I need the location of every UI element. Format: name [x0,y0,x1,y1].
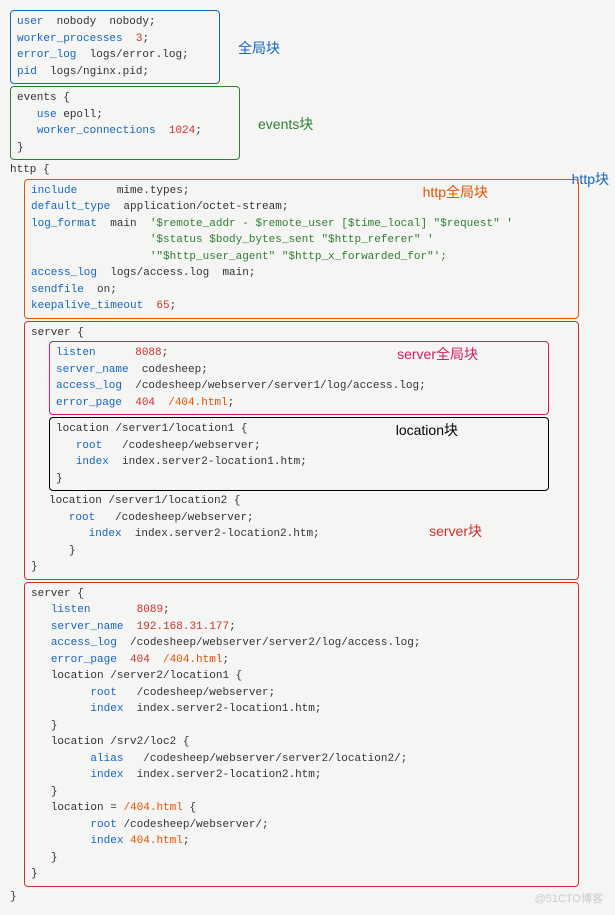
server2-block: server { listen 8089; server_name 192.16… [24,582,579,887]
code-line: root /codesheep/webserver; [31,685,572,702]
code-line: } [31,718,572,735]
code-line: index index.server2-location1.htm; [31,701,572,718]
code-line: access_log /codesheep/webserver/server2/… [31,635,572,652]
code-line: location /server1/location1 { [56,421,542,438]
label-global: 全局块 [238,38,280,59]
code-line: index index.server2-location1.htm; [56,454,542,471]
label-events: events块 [258,114,313,135]
server1-block: server { server全局块 listen 8088; server_n… [24,321,579,580]
code-line: location /server2/location1 { [31,668,572,685]
events-block: events { use epoll; worker_connections 1… [10,86,240,160]
code-line: keepalive_timeout 65; [31,298,572,315]
code-line: } [31,850,572,867]
code-line: error_page 404 /404.html; [56,395,542,412]
code-line: } [31,784,572,801]
code-line: user nobody nobody; [17,14,213,31]
code-line: location /srv2/loc2 { [31,734,572,751]
global-block: user nobody nobody; worker_processes 3; … [10,10,220,84]
code-line: use epoll; [17,107,233,124]
code-line: } [31,559,572,576]
code-line: pid logs/nginx.pid; [17,64,213,81]
code-line: location = /404.html { [31,800,572,817]
code-line: access_log logs/access.log main; [31,265,572,282]
code-line: include mime.types; [31,183,572,200]
code-line: root /codesheep/webserver; [56,438,542,455]
code-line: index index.server2-location2.htm; [31,767,572,784]
code-line: access_log /codesheep/webserver/server1/… [56,378,542,395]
code-line: worker_connections 1024; [17,123,233,140]
code-line: log_format main '$remote_addr - $remote_… [31,216,572,233]
code-line: server_name 192.168.31.177; [31,619,572,636]
code-line: root /codesheep/webserver; [49,510,572,527]
code-line: error_page 404 /404.html; [31,652,572,669]
label-http-global: http全局块 [423,182,488,203]
server1-global: server全局块 listen 8088; server_name codes… [49,341,549,415]
code-line: } [10,889,605,906]
code-line: index index.server2-location2.htm; [49,526,572,543]
code-line: sendfile on; [31,282,572,299]
code-line: server { [31,586,572,603]
http-global-block: http全局块 include mime.types; default_type… [24,179,579,319]
code-line: http { [10,162,605,179]
code-line: worker_processes 3; [17,31,213,48]
code-line: error_log logs/error.log; [17,47,213,64]
code-line: listen 8089; [31,602,572,619]
label-location: location块 [396,420,458,441]
code-line: } [17,140,233,157]
code-line: } [31,866,572,883]
code-line: '$status $body_bytes_sent "$http_referer… [31,232,572,249]
code-line: events { [17,90,233,107]
label-server-global: server全局块 [397,344,478,365]
code-line: index 404.html; [31,833,572,850]
location-block: location块 location /server1/location1 { … [49,417,549,491]
code-line: default_type application/octet-stream; [31,199,572,216]
code-line: } [49,543,572,560]
code-line: alias /codesheep/webserver/server2/locat… [31,751,572,768]
code-line: server { [31,325,572,342]
label-server: server块 [429,521,482,542]
code-line: location /server1/location2 { [49,493,572,510]
watermark: @51CTO博客 [535,891,603,908]
code-line: } [56,471,542,488]
code-line: '"$http_user_agent" "$http_x_forwarded_f… [31,249,572,266]
code-line: root /codesheep/webserver/; [31,817,572,834]
